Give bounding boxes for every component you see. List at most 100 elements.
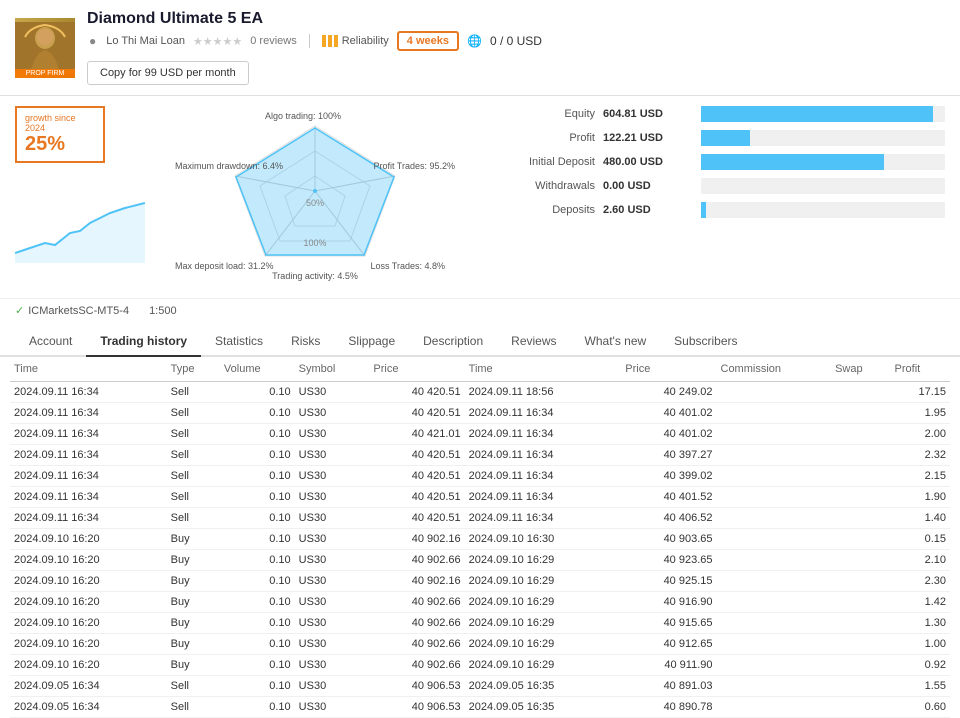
table-cell: 2.30: [891, 571, 950, 592]
table-cell: 1.55: [891, 676, 950, 697]
tab-subscribers[interactable]: Subscribers: [660, 327, 751, 357]
table-cell: 2.00: [891, 424, 950, 445]
reliability: Reliability: [322, 35, 389, 47]
table-cell: 2.32: [891, 445, 950, 466]
profit-bar: [701, 130, 750, 146]
growth-label: growth since 2024: [25, 113, 95, 133]
initial-deposit-label: Initial Deposit: [485, 156, 595, 168]
table-cell: 2024.09.05 16:34: [10, 676, 167, 697]
rel-bar-1: [322, 35, 326, 47]
table-cell: 40 890.78: [621, 697, 716, 718]
table-cell: 40 912.65: [621, 634, 716, 655]
table-cell: 2024.09.11 18:56: [465, 382, 622, 403]
table-cell: [831, 403, 890, 424]
rel-bar-3: [334, 35, 338, 47]
table-cell: 40 401.52: [621, 487, 716, 508]
table-cell: 0.10: [220, 676, 295, 697]
stars: ★★★★★: [193, 35, 242, 48]
table-cell: 40 420.51: [369, 403, 464, 424]
table-cell: 2024.09.05 16:34: [10, 697, 167, 718]
withdrawals-label: Withdrawals: [485, 180, 595, 192]
radar-area: 50% 100% Algo trading: 100% Profit Trade…: [155, 106, 475, 288]
initial-deposit-bar: [701, 154, 884, 170]
tab-description[interactable]: Description: [409, 327, 497, 357]
table-cell: Sell: [167, 466, 220, 487]
table-cell: 0.92: [891, 655, 950, 676]
table-section: Time Type Volume Symbol Price Time Price…: [0, 357, 960, 718]
table-cell: 0.60: [891, 697, 950, 718]
table-cell: 40 902.66: [369, 550, 464, 571]
table-cell: [831, 655, 890, 676]
table-cell: Buy: [167, 592, 220, 613]
tab-risks[interactable]: Risks: [277, 327, 334, 357]
table-cell: Buy: [167, 613, 220, 634]
table-cell: 2024.09.10 16:29: [465, 550, 622, 571]
table-cell: US30: [295, 592, 370, 613]
ea-subtitle: ● Lo Thi Mai Loan ★★★★★ 0 reviews Reliab…: [87, 31, 945, 51]
deposits-bar-container: [701, 202, 945, 218]
table-cell: 0.10: [220, 487, 295, 508]
table-cell: 0.10: [220, 592, 295, 613]
table-cell: 40 420.51: [369, 508, 464, 529]
header-info: Diamond Ultimate 5 EA ● Lo Thi Mai Loan …: [87, 10, 945, 85]
main-content: growth since 2024 25%: [0, 96, 960, 298]
tab-whats-new[interactable]: What's new: [571, 327, 661, 357]
rel-bar-2: [328, 35, 332, 47]
table-cell: 40 925.15: [621, 571, 716, 592]
table-cell: 2024.09.11 16:34: [10, 403, 167, 424]
table-row: 2024.09.11 16:34Sell0.10US3040 420.51202…: [10, 382, 950, 403]
th-time-open: Time: [10, 357, 167, 382]
profit-label: Profit: [485, 132, 595, 144]
table-cell: [831, 508, 890, 529]
table-cell: 0.10: [220, 697, 295, 718]
table-cell: Sell: [167, 403, 220, 424]
tab-slippage[interactable]: Slippage: [334, 327, 409, 357]
th-profit: Profit: [891, 357, 950, 382]
table-cell: 1.00: [891, 634, 950, 655]
table-cell: Sell: [167, 697, 220, 718]
deposits-bar: [701, 202, 706, 218]
withdrawals-value: 0.00 USD: [603, 180, 693, 192]
table-cell: [831, 676, 890, 697]
table-cell: 1.95: [891, 403, 950, 424]
table-row: 2024.09.10 16:20Buy0.10US3040 902.662024…: [10, 634, 950, 655]
table-cell: US30: [295, 634, 370, 655]
table-cell: [831, 571, 890, 592]
weeks-badge[interactable]: 4 weeks: [397, 31, 459, 51]
table-cell: [831, 634, 890, 655]
table-cell: [831, 592, 890, 613]
table-cell: 2024.09.10 16:20: [10, 634, 167, 655]
reliability-bars: [322, 35, 338, 47]
table-cell: 40 401.02: [621, 403, 716, 424]
table-cell: 2024.09.11 16:34: [10, 445, 167, 466]
table-cell: 40 902.16: [369, 529, 464, 550]
table-cell: [717, 571, 832, 592]
table-cell: US30: [295, 445, 370, 466]
table-cell: 2024.09.10 16:20: [10, 592, 167, 613]
table-cell: [831, 487, 890, 508]
table-cell: [831, 697, 890, 718]
table-cell: [717, 466, 832, 487]
table-row: 2024.09.10 16:20Buy0.10US3040 902.662024…: [10, 613, 950, 634]
table-cell: 0.10: [220, 508, 295, 529]
th-time-close: Time: [465, 357, 622, 382]
tab-trading-history[interactable]: Trading history: [86, 327, 201, 357]
table-cell: 2024.09.10 16:29: [465, 655, 622, 676]
table-cell: 2024.09.10 16:29: [465, 613, 622, 634]
mini-chart: [15, 168, 145, 288]
table-cell: Buy: [167, 634, 220, 655]
copy-button[interactable]: Copy for 99 USD per month: [87, 61, 249, 85]
table-body: 2024.09.11 16:34Sell0.10US3040 420.51202…: [10, 382, 950, 718]
table-cell: 40 399.02: [621, 466, 716, 487]
table-cell: [717, 550, 832, 571]
table-cell: 2024.09.11 16:34: [10, 382, 167, 403]
table-cell: [717, 487, 832, 508]
table-cell: 40 911.90: [621, 655, 716, 676]
table-row: 2024.09.10 16:20Buy0.10US3040 902.162024…: [10, 571, 950, 592]
equity-row: Equity 604.81 USD: [485, 106, 945, 122]
table-cell: 1.42: [891, 592, 950, 613]
tab-reviews[interactable]: Reviews: [497, 327, 570, 357]
tab-account[interactable]: Account: [15, 327, 86, 357]
table-cell: [831, 445, 890, 466]
tab-statistics[interactable]: Statistics: [201, 327, 277, 357]
